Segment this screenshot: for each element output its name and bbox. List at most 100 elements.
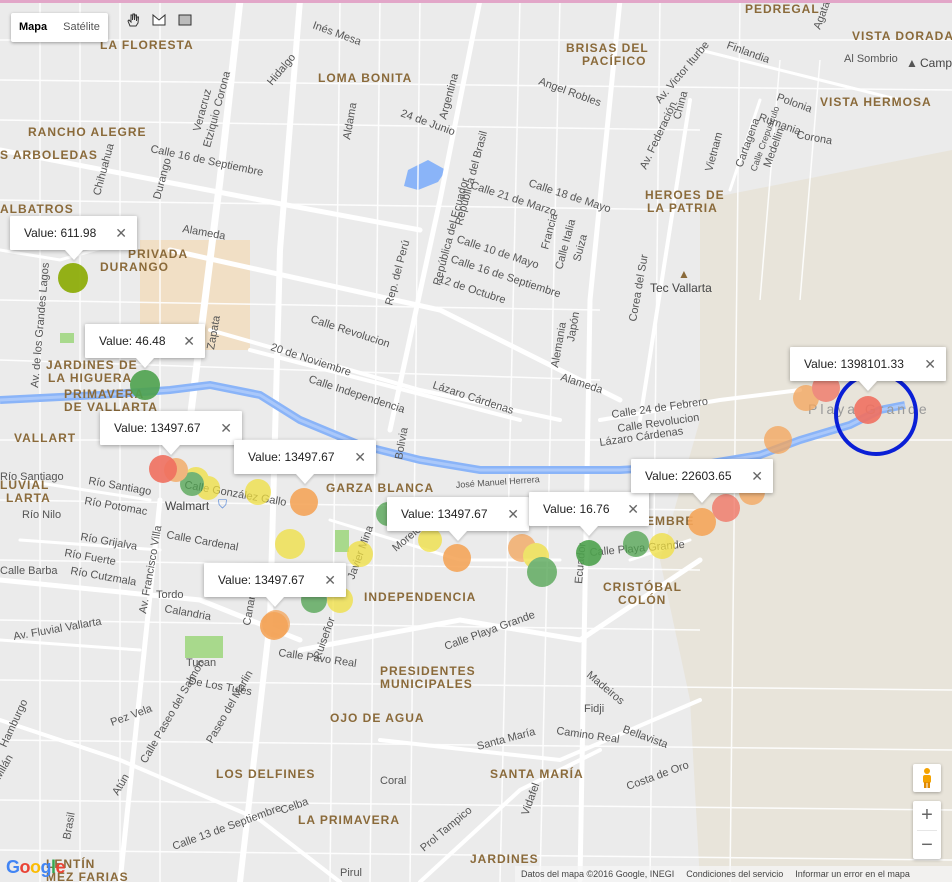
marker-m9[interactable] <box>854 396 882 424</box>
info-window: Value: 13497.67 ✕ <box>234 440 376 474</box>
neighborhood-label: PRESIDENTES <box>380 664 476 678</box>
neighborhood-label: VALLART <box>14 431 76 445</box>
neighborhood-label: S ARBOLEDAS <box>0 148 98 162</box>
place-label: Camp <box>920 56 952 70</box>
drawing-tools <box>122 9 196 31</box>
neighborhood-label: PACÍFICO <box>582 53 646 68</box>
zoom-in-button[interactable]: + <box>913 801 941 830</box>
info-window-value: Value: 13497.67 <box>401 507 488 521</box>
map-type-satellite-button[interactable]: Satélite <box>55 13 108 42</box>
close-icon[interactable]: ✕ <box>617 501 639 518</box>
neighborhood-label: LARTA <box>6 491 51 505</box>
close-icon[interactable]: ✕ <box>741 468 763 485</box>
neighborhood-label: GARZA BLANCA <box>326 481 434 495</box>
info-window-value: Value: 611.98 <box>24 226 97 240</box>
hand-icon[interactable] <box>122 9 144 31</box>
neighborhood-label: VISTA HERMOSA <box>820 95 932 109</box>
zoom-out-button[interactable]: − <box>913 831 941 860</box>
data-point[interactable] <box>418 528 442 552</box>
info-window: Value: 13497.67 ✕ <box>204 563 346 597</box>
info-window-value: Value: 13497.67 <box>248 450 335 464</box>
data-point[interactable] <box>649 533 675 559</box>
marker-m4[interactable] <box>290 488 318 516</box>
street-label: Tordo <box>156 589 184 601</box>
neighborhood-label: PRIVADA <box>128 247 188 261</box>
park <box>335 530 349 552</box>
marker-m6[interactable] <box>576 540 602 566</box>
neighborhood-label: LA PRIMAVERA <box>298 813 400 827</box>
data-point[interactable] <box>347 541 373 567</box>
info-window-value: Value: 13497.67 <box>218 573 305 587</box>
street-view-pegman[interactable] <box>913 764 941 792</box>
data-point[interactable] <box>623 531 649 557</box>
marker-m7[interactable] <box>260 612 288 640</box>
zoom-control: + − <box>913 801 941 859</box>
neighborhood-label: PEDREGAL <box>745 2 820 16</box>
neighborhood-label: LA PATRIA <box>647 201 718 215</box>
camp-icon: ▲ <box>906 56 918 70</box>
data-point[interactable] <box>764 426 792 454</box>
close-icon[interactable]: ✕ <box>344 449 366 466</box>
info-window-value: Value: 13497.67 <box>114 421 201 435</box>
map-data-attribution: Datos del mapa ©2016 Google, INEGI <box>521 869 675 879</box>
street-label: Río Nilo <box>22 509 61 521</box>
neighborhood-label: VISTA DORADA <box>852 29 952 43</box>
info-window-value: Value: 46.48 <box>99 334 166 348</box>
rectangle-icon[interactable] <box>174 9 196 31</box>
neighborhood-label: DURANGO <box>100 260 169 274</box>
info-window: Value: 13497.67 ✕ <box>100 411 242 445</box>
street-label: Fidji <box>584 703 604 715</box>
neighborhood-label: JARDINES DE <box>46 358 138 372</box>
close-icon[interactable]: ✕ <box>914 356 936 373</box>
polyline-icon[interactable] <box>148 9 170 31</box>
neighborhood-label: LOS DELFINES <box>216 767 315 781</box>
map-footer: Datos del mapa ©2016 Google, INEGI Condi… <box>515 866 952 882</box>
info-window-value: Value: 1398101.33 <box>804 357 904 371</box>
map-type-control: Mapa Satélite <box>11 13 108 42</box>
close-icon[interactable]: ✕ <box>497 506 519 523</box>
info-window: Value: 611.98 ✕ <box>10 216 137 250</box>
cart-icon: ⛉ <box>218 497 227 511</box>
top-accent-bar <box>0 0 952 3</box>
report-error-link[interactable]: Informar un error en el mapa <box>795 869 910 879</box>
marker-m2[interactable] <box>130 370 160 400</box>
neighborhood-label: EMBRE <box>646 514 694 528</box>
pegman-icon <box>923 768 931 788</box>
data-point[interactable] <box>245 479 271 505</box>
place-label: Tec Vallarta <box>650 281 712 295</box>
info-window-value: Value: 16.76 <box>543 502 610 516</box>
map-type-map-button[interactable]: Mapa <box>11 13 55 42</box>
marker-m5[interactable] <box>443 544 471 572</box>
street-label: Coral <box>380 775 406 787</box>
close-icon[interactable]: ✕ <box>314 572 336 589</box>
street-label: Calle Barba <box>0 565 58 577</box>
park <box>60 333 74 343</box>
info-window: Value: 46.48 ✕ <box>85 324 205 358</box>
neighborhood-label: LA HIGUERA <box>48 371 132 385</box>
data-point[interactable] <box>527 557 557 587</box>
data-point[interactable] <box>712 494 740 522</box>
street-label: Río Santiago <box>0 471 64 483</box>
marker-m1[interactable] <box>58 263 88 293</box>
place-label: Walmart <box>165 499 210 513</box>
neighborhood-label: RANCHO ALEGRE <box>28 125 147 139</box>
neighborhood-label: SANTA MARÍA <box>490 766 584 781</box>
info-window: Value: 22603.65 ✕ <box>631 459 773 493</box>
neighborhood-label: JARDINES <box>470 852 539 866</box>
google-logo[interactable]: Google <box>6 857 66 878</box>
neighborhood-label: BRISAS DEL <box>566 41 649 55</box>
close-icon[interactable]: ✕ <box>173 333 195 350</box>
close-icon[interactable]: ✕ <box>210 420 232 437</box>
terms-link[interactable]: Condiciones del servicio <box>686 869 783 879</box>
neighborhood-label: LOMA BONITA <box>318 71 412 85</box>
school-icon: ▲ <box>678 267 690 281</box>
data-point[interactable] <box>275 529 305 559</box>
neighborhood-label: HEROES DE <box>645 188 725 202</box>
marker-m8[interactable] <box>688 508 716 536</box>
marker-m3[interactable] <box>149 455 177 483</box>
neighborhood-label: INDEPENDENCIA <box>364 590 476 604</box>
neighborhood-label: LA FLORESTA <box>100 38 194 52</box>
neighborhood-label: OJO DE AGUA <box>330 711 425 725</box>
street-label: Al Sombrio <box>844 53 898 65</box>
close-icon[interactable]: ✕ <box>105 225 127 242</box>
